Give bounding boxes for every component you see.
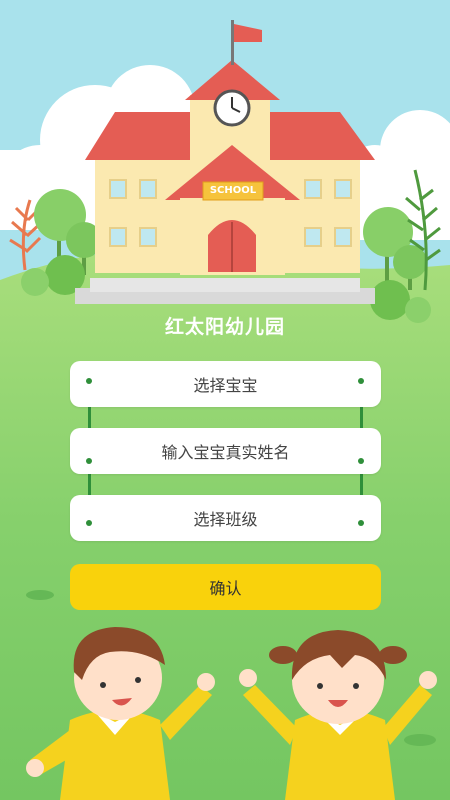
- rope-dot: [86, 458, 92, 464]
- rope-dot: [86, 520, 92, 526]
- confirm-button[interactable]: 确认: [70, 564, 381, 610]
- rope-dot: [86, 378, 92, 384]
- rope-dot: [358, 520, 364, 526]
- select-baby-label: 选择宝宝: [193, 376, 258, 395]
- rope-dot: [358, 378, 364, 384]
- baby-name-placeholder: 输入宝宝真实姓名: [161, 443, 290, 462]
- school-sign: SCHOOL: [209, 185, 257, 196]
- rope-dot: [358, 458, 364, 464]
- select-baby-field[interactable]: 选择宝宝: [70, 361, 381, 407]
- kindergarten-title: 红太阳幼儿园: [164, 316, 285, 338]
- select-class-label: 选择班级: [193, 510, 258, 529]
- select-class-field[interactable]: 选择班级: [70, 495, 381, 541]
- confirm-label: 确认: [209, 579, 242, 598]
- baby-name-field[interactable]: 输入宝宝真实姓名: [70, 428, 381, 474]
